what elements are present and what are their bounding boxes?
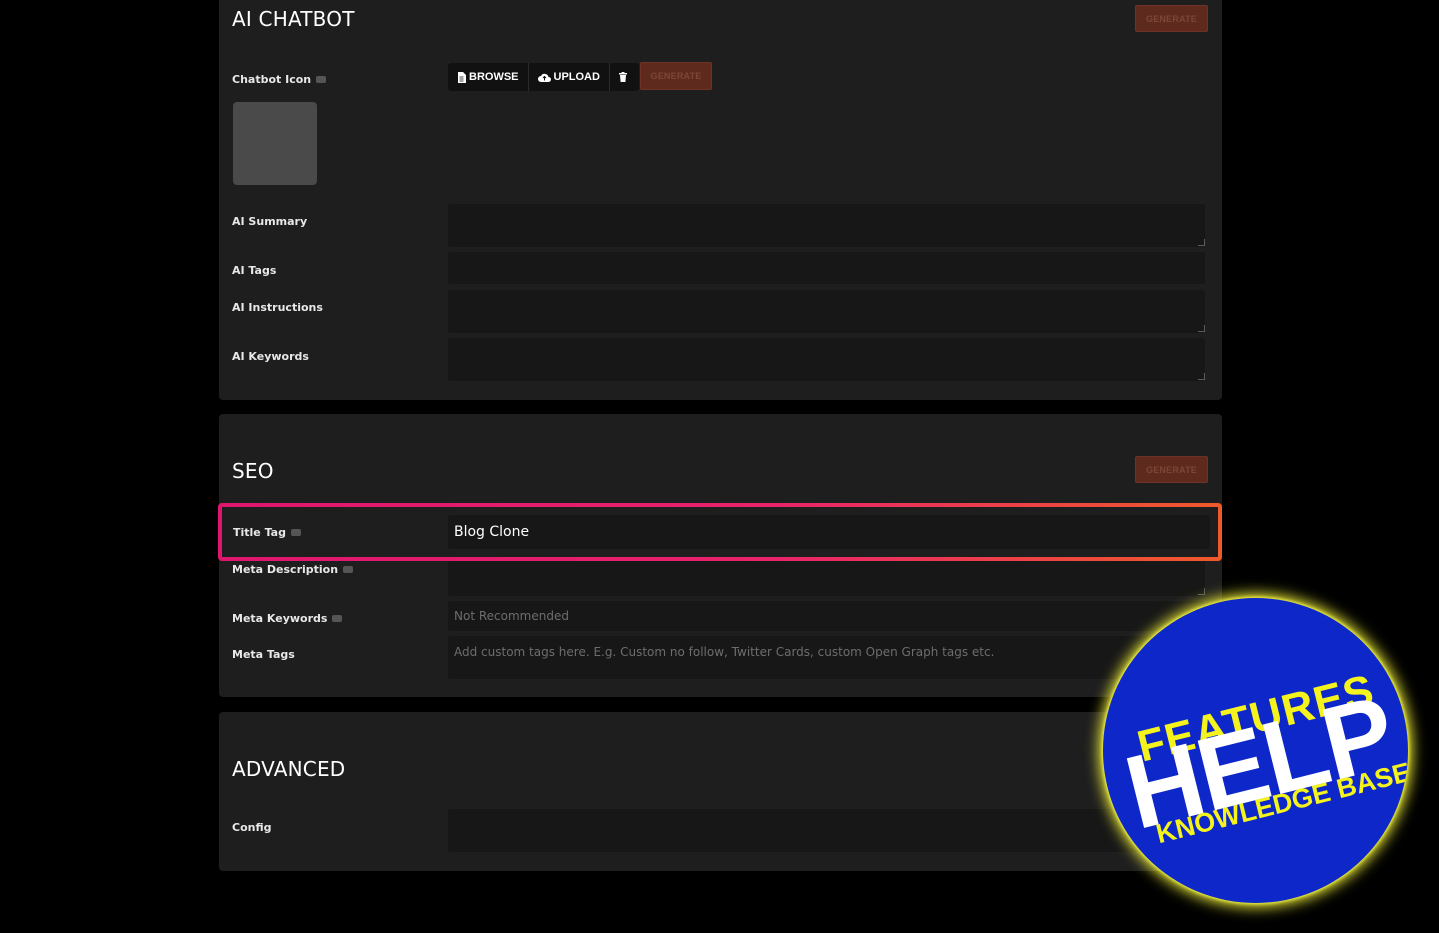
ai-tags-input[interactable] xyxy=(448,252,1205,284)
resize-handle[interactable] xyxy=(1198,239,1205,246)
ai-instructions-label: AI Instructions xyxy=(232,301,323,314)
meta-description-textarea[interactable] xyxy=(448,556,1205,596)
ai-summary-textarea[interactable] xyxy=(448,204,1205,247)
browse-button[interactable]: BROWSE xyxy=(448,63,529,91)
seo-generate-button[interactable]: GENERATE xyxy=(1135,456,1208,483)
ai-tags-label: AI Tags xyxy=(232,264,277,277)
info-icon[interactable] xyxy=(343,566,354,573)
config-label: Config xyxy=(232,821,272,834)
title-tag-highlight: Title Tag xyxy=(218,503,1222,561)
chatbot-icon-preview[interactable] xyxy=(233,102,317,185)
ai-chatbot-generate-button[interactable]: GENERATE xyxy=(1135,5,1208,32)
ai-chatbot-panel: AI CHATBOT GENERATE Chatbot Icon BROWSE … xyxy=(219,0,1222,400)
file-icon xyxy=(458,71,466,83)
upload-button[interactable]: UPLOAD xyxy=(529,63,610,91)
advanced-panel: ADVANCED Config xyxy=(219,712,1222,871)
advanced-title: ADVANCED xyxy=(232,757,346,781)
ai-keywords-label: AI Keywords xyxy=(232,350,309,363)
meta-description-label: Meta Description xyxy=(232,563,354,576)
chatbot-icon-label: Chatbot Icon xyxy=(232,73,327,86)
info-icon[interactable] xyxy=(290,529,301,536)
resize-handle[interactable] xyxy=(1198,588,1205,595)
seo-title: SEO xyxy=(232,459,274,483)
info-icon[interactable] xyxy=(316,76,327,83)
chatbot-icon-generate-button[interactable]: GENERATE xyxy=(640,62,712,90)
title-tag-label: Title Tag xyxy=(233,526,301,539)
ai-summary-label: AI Summary xyxy=(232,215,308,228)
features-help-badge[interactable]: FEATURES HELP KNOWLEDGE BASE xyxy=(1103,598,1408,903)
meta-keywords-label: Meta Keywords xyxy=(232,612,343,625)
ai-chatbot-title: AI CHATBOT xyxy=(232,7,355,31)
meta-tags-label: Meta Tags xyxy=(232,648,295,661)
ai-keywords-textarea[interactable] xyxy=(448,338,1205,381)
icon-button-group: BROWSE UPLOAD xyxy=(448,63,639,91)
trash-icon xyxy=(618,72,627,82)
delete-button[interactable] xyxy=(610,63,639,91)
info-icon[interactable] xyxy=(332,615,343,622)
config-textarea[interactable] xyxy=(448,809,1205,852)
cloud-upload-icon xyxy=(537,73,551,82)
resize-handle[interactable] xyxy=(1198,373,1205,380)
title-tag-input[interactable] xyxy=(448,515,1210,549)
ai-instructions-textarea[interactable] xyxy=(448,290,1205,333)
meta-tags-textarea[interactable] xyxy=(448,636,1205,679)
meta-keywords-input[interactable] xyxy=(448,601,1205,631)
resize-handle[interactable] xyxy=(1198,325,1205,332)
